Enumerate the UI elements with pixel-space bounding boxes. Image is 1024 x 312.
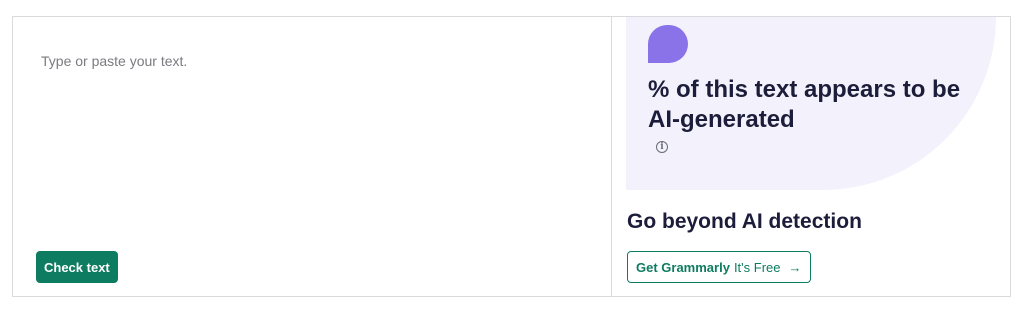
result-heading: % of this text appears to be AI-generate… [648,76,961,133]
arrow-right-icon: → [788,259,802,275]
score-indicator [648,25,688,63]
get-grammarly-button[interactable]: Get Grammarly It's Free → [627,251,811,283]
cta-free-label: It's Free [733,259,781,275]
result-pane: % of this text appears to be AI-generate… [612,17,1010,296]
text-editor-pane: Check text [13,17,612,296]
cta-brand-label: Get Grammarly [636,259,730,275]
text-input[interactable] [35,45,595,225]
result-panel: % of this text appears to be AI-generate… [626,17,996,190]
info-icon[interactable]: i [656,141,668,153]
promo-heading: Go beyond AI detection [627,210,862,233]
check-text-button[interactable]: Check text [36,251,118,283]
ai-detector-card: Check text % of this text appears to be … [12,16,1011,297]
